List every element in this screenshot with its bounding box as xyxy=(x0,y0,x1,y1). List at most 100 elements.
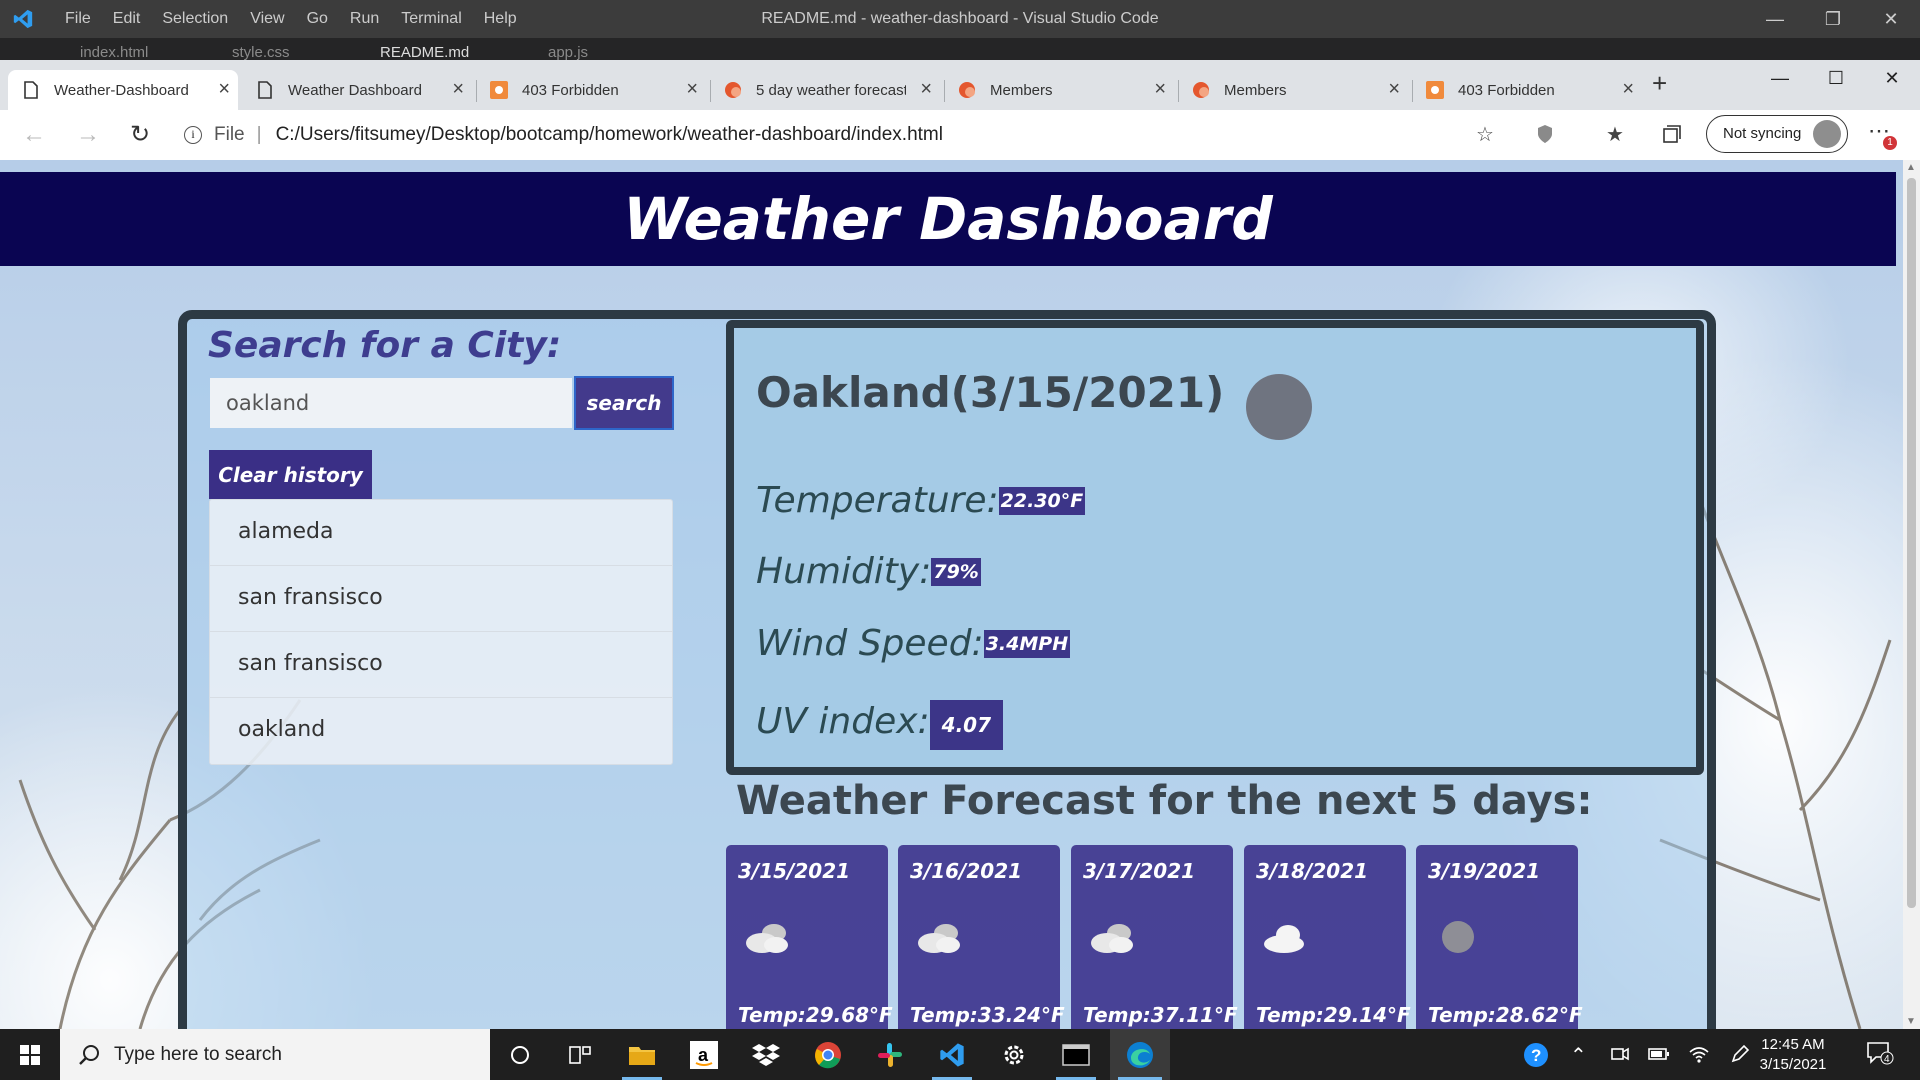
close-icon[interactable]: ✕ xyxy=(1864,60,1920,96)
menu-run[interactable]: Run xyxy=(339,0,390,38)
menu-help[interactable]: Help xyxy=(473,0,528,38)
forecast-card: 3/15/2021 Temp:29.68°F xyxy=(726,845,893,1029)
forecast-date: 3/15/2021 xyxy=(738,859,851,883)
close-icon[interactable]: ✕ xyxy=(1862,0,1920,38)
browser-tab-403-forbidden[interactable]: 403 Forbidden × xyxy=(476,70,706,110)
history-item[interactable]: oakland xyxy=(210,698,672,764)
forecast-card: 3/16/2021 Temp:33.24°F xyxy=(898,845,1065,1029)
system-clock[interactable]: 12:45 AM 3/15/2021 xyxy=(1748,1035,1838,1075)
chevron-up-icon[interactable]: ⌃ xyxy=(1570,1043,1587,1068)
wifi-icon[interactable] xyxy=(1688,1044,1710,1064)
history-item[interactable]: san fransisco xyxy=(210,632,672,698)
city-search-input[interactable] xyxy=(210,378,572,428)
browser-tab-403-forbidden-2[interactable]: 403 Forbidden × xyxy=(1412,70,1642,110)
temperature-value: 22.30°F xyxy=(998,487,1086,515)
slack-icon[interactable] xyxy=(862,1029,918,1080)
menu-file[interactable]: File xyxy=(54,0,102,38)
close-icon[interactable]: × xyxy=(1388,78,1400,101)
menu-edit[interactable]: Edit xyxy=(102,0,152,38)
amazon-icon[interactable]: a xyxy=(676,1029,732,1080)
close-icon[interactable]: × xyxy=(452,78,464,101)
info-icon[interactable]: i xyxy=(184,126,202,144)
vscode-taskbar-icon[interactable] xyxy=(924,1029,980,1080)
maximize-icon[interactable]: ☐ xyxy=(1808,60,1864,96)
favorite-star-icon[interactable]: ☆ xyxy=(1476,122,1494,147)
tab-label: 5 day weather forecast xyxy=(756,81,906,99)
battery-icon[interactable] xyxy=(1648,1046,1670,1062)
clear-history-button[interactable]: Clear history xyxy=(209,450,372,499)
history-item[interactable]: alameda xyxy=(210,500,672,566)
vscode-tab-style-css[interactable]: style.css xyxy=(232,44,290,61)
moon-icon xyxy=(1442,921,1474,953)
forecast-title: Weather Forecast for the next 5 days: xyxy=(736,778,1593,824)
vscode-logo-icon[interactable] xyxy=(12,8,34,30)
browser-tab-5-day-forecast[interactable]: 5 day weather forecast × xyxy=(710,70,940,110)
taskbar-search-box[interactable]: Type here to search xyxy=(60,1029,490,1080)
menu-selection[interactable]: Selection xyxy=(151,0,239,38)
browser-tab-weather-dashboard-active[interactable]: Weather-Dashboard × xyxy=(8,70,238,110)
clock-date: 3/15/2021 xyxy=(1759,1056,1827,1073)
forward-arrow-icon[interactable]: → xyxy=(76,118,100,152)
site-icon xyxy=(1426,81,1444,99)
scrollbar-thumb[interactable] xyxy=(1907,178,1916,908)
close-icon[interactable]: × xyxy=(1622,78,1634,101)
menu-view[interactable]: View xyxy=(239,0,295,38)
history-item[interactable]: san fransisco xyxy=(210,566,672,632)
windows-start-icon[interactable] xyxy=(0,1029,60,1080)
profile-sync-button[interactable]: Not syncing xyxy=(1706,115,1848,153)
url-field[interactable]: i File | C:/Users/fitsumey/Desktop/bootc… xyxy=(184,118,1484,152)
vscode-window-controls: — ❐ ✕ xyxy=(1746,0,1920,38)
vscode-tab-readme[interactable]: README.md xyxy=(380,44,469,61)
close-icon[interactable]: × xyxy=(686,78,698,101)
svg-text:?: ? xyxy=(1531,1046,1541,1065)
forecast-date: 3/19/2021 xyxy=(1428,859,1541,883)
search-button[interactable]: search xyxy=(574,376,674,430)
back-arrow-icon[interactable]: ← xyxy=(22,118,46,152)
pen-icon[interactable] xyxy=(1730,1044,1750,1064)
dropbox-icon[interactable] xyxy=(738,1029,794,1080)
refresh-icon[interactable]: ↻ xyxy=(130,118,150,152)
close-icon[interactable]: × xyxy=(1154,78,1166,101)
new-tab-plus-icon[interactable]: + xyxy=(1652,68,1667,99)
windows-taskbar: Type here to search a ? ⌃ 12:45 AM 3/15/… xyxy=(0,1029,1920,1080)
notification-center-icon[interactable]: 4 xyxy=(1866,1041,1894,1065)
collections-icon[interactable] xyxy=(1662,124,1682,144)
vscode-tab-index-html[interactable]: index.html xyxy=(80,44,148,61)
menu-terminal[interactable]: Terminal xyxy=(390,0,472,38)
scroll-up-icon[interactable]: ▲ xyxy=(1906,162,1916,173)
help-icon[interactable]: ? xyxy=(1522,1041,1550,1069)
file-explorer-icon[interactable] xyxy=(614,1029,670,1080)
chrome-icon[interactable] xyxy=(800,1029,856,1080)
cortana-icon[interactable] xyxy=(492,1029,548,1080)
minimize-icon[interactable]: — xyxy=(1746,0,1804,38)
page-header: Weather Dashboard xyxy=(0,172,1896,266)
edge-browser-icon[interactable] xyxy=(1110,1029,1170,1080)
browser-tab-members-2[interactable]: Members × xyxy=(1178,70,1408,110)
notification-badge: 1 xyxy=(1883,136,1897,150)
page-scrollbar[interactable]: ▲ ▼ xyxy=(1903,160,1920,1029)
meet-now-icon[interactable] xyxy=(1610,1044,1630,1064)
tab-label: Members xyxy=(990,81,1053,99)
url-text[interactable]: C:/Users/fitsumey/Desktop/bootcamp/homew… xyxy=(276,124,943,146)
settings-gear-icon[interactable] xyxy=(986,1029,1042,1080)
shield-icon[interactable] xyxy=(1536,124,1554,144)
forecast-date: 3/18/2021 xyxy=(1256,859,1369,883)
tab-label: 403 Forbidden xyxy=(522,81,619,99)
forecast-card: 3/18/2021 Temp:29.14°F xyxy=(1244,845,1411,1029)
site-icon xyxy=(490,81,508,99)
menu-go[interactable]: Go xyxy=(296,0,339,38)
close-icon[interactable]: × xyxy=(920,78,932,101)
forecast-temp: Temp:28.62°F xyxy=(1428,1003,1583,1027)
browser-tab-members[interactable]: Members × xyxy=(944,70,1174,110)
terminal-icon[interactable] xyxy=(1048,1029,1104,1080)
page-viewport: Weather Dashboard Search for a City: sea… xyxy=(0,160,1920,1029)
task-view-icon[interactable] xyxy=(552,1029,608,1080)
minimize-icon[interactable]: — xyxy=(1752,60,1808,96)
restore-icon[interactable]: ❐ xyxy=(1804,0,1862,38)
scroll-down-icon[interactable]: ▼ xyxy=(1906,1016,1916,1027)
browser-tab-weather-dashboard[interactable]: Weather Dashboard × xyxy=(242,70,472,110)
clock-time: 12:45 AM xyxy=(1761,1036,1825,1053)
close-icon[interactable]: × xyxy=(218,78,230,101)
vscode-tab-app-js[interactable]: app.js xyxy=(548,44,588,61)
favorites-list-icon[interactable]: ★ xyxy=(1606,122,1624,147)
